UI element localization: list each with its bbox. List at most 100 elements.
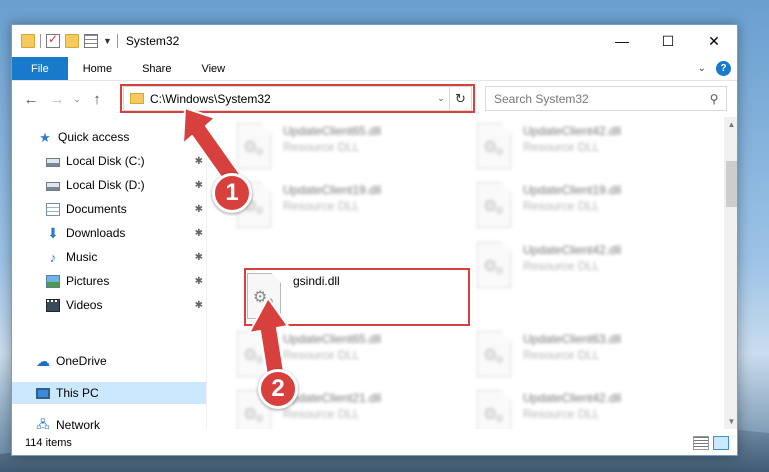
navigation-bar: ← → ⌄ ↑ C:\Windows\System32 ⌄ ↻ Search S…: [12, 81, 737, 117]
pin-icon[interactable]: ✱: [195, 252, 203, 263]
file-name: UpdateClient42.dll: [523, 124, 622, 138]
sidebar-item-label: OneDrive: [56, 354, 107, 368]
sidebar-item-label: Downloads: [66, 226, 126, 240]
sidebar-item-documents[interactable]: Documents ✱: [12, 198, 206, 220]
file-tile-gsindi[interactable]: gsindi.dll: [247, 273, 467, 323]
back-button[interactable]: ←: [18, 91, 44, 108]
search-input[interactable]: Search System32: [494, 92, 702, 106]
pin-icon[interactable]: ✱: [195, 180, 203, 191]
forward-button[interactable]: →: [44, 91, 70, 108]
scroll-down-button[interactable]: ▼: [724, 414, 737, 429]
sidebar-item-videos[interactable]: Videos ✱: [12, 294, 206, 316]
file-explorer-window: ▼ System32 — ☐ ✕ File Home Share View ⌄ …: [11, 24, 738, 456]
star-icon: ★: [39, 129, 51, 145]
help-icon[interactable]: ?: [716, 61, 731, 76]
sidebar-item-music[interactable]: ♪ Music ✱: [12, 246, 206, 268]
window-title: System32: [125, 34, 180, 48]
file-type: Resource DLL: [283, 140, 360, 154]
status-bar: 114 items: [12, 429, 737, 455]
sidebar-item-label: Documents: [66, 202, 127, 216]
expand-ribbon-chevron-icon[interactable]: ⌄: [698, 63, 706, 74]
file-tile[interactable]: UpdateClient63.dll Resource DLL: [477, 331, 697, 381]
properties-icon[interactable]: [84, 34, 98, 48]
scroll-thumb[interactable]: [726, 161, 737, 207]
folder-icon: [21, 34, 35, 48]
large-icons-view-icon[interactable]: [713, 436, 729, 450]
file-name: gsindi.dll: [293, 274, 340, 288]
search-box[interactable]: Search System32 ⚲: [485, 86, 727, 111]
tab-view[interactable]: View: [186, 57, 240, 80]
tab-file[interactable]: File: [12, 57, 68, 80]
tab-share[interactable]: Share: [127, 57, 186, 80]
address-path[interactable]: C:\Windows\System32: [124, 87, 433, 110]
customize-toolbar-chevron-icon[interactable]: ▼: [103, 36, 112, 46]
file-tile[interactable]: UpdateClient42.dll Resource DLL: [477, 390, 697, 429]
minimize-button[interactable]: —: [599, 25, 645, 57]
sidebar-item-pictures[interactable]: Pictures ✱: [12, 270, 206, 292]
address-text[interactable]: C:\Windows\System32: [150, 92, 271, 106]
file-type: Resource DLL: [283, 348, 360, 362]
step-1-badge: 1: [212, 173, 252, 213]
sidebar-item-quick-access[interactable]: ★ Quick access: [12, 126, 206, 148]
music-icon: ♪: [49, 249, 57, 265]
sidebar-item-local-disk-c[interactable]: Local Disk (C:) ✱: [12, 150, 206, 172]
scroll-up-button[interactable]: ▲: [724, 117, 737, 132]
search-icon[interactable]: ⚲: [702, 92, 726, 106]
vertical-scrollbar[interactable]: ▲ ▼: [724, 117, 737, 429]
sidebar-item-label: Music: [66, 250, 98, 264]
dll-file-icon: [237, 331, 271, 377]
documents-icon: [46, 202, 60, 216]
file-tile[interactable]: UpdateClient65.dll Resource DLL: [237, 123, 457, 173]
maximize-button[interactable]: ☐: [645, 25, 691, 57]
file-tile[interactable]: UpdateClient42.dll Resource DLL: [477, 123, 697, 173]
sidebar-item-label: Local Disk (C:): [66, 154, 145, 168]
pin-icon[interactable]: ✱: [195, 276, 203, 287]
dll-file-icon: [477, 390, 511, 429]
sidebar-item-label: This PC: [56, 386, 99, 400]
refresh-icon[interactable]: ↻: [449, 87, 471, 110]
file-tile[interactable]: UpdateClient19.dll Resource DLL: [237, 182, 457, 232]
sidebar-item-label: Pictures: [66, 274, 110, 288]
pin-icon[interactable]: ✱: [195, 156, 203, 167]
tab-home[interactable]: Home: [68, 57, 127, 80]
file-name: UpdateClient42.dll: [523, 243, 622, 257]
address-bar[interactable]: C:\Windows\System32 ⌄ ↻: [123, 86, 472, 111]
sidebar-item-downloads[interactable]: ⬇ Downloads ✱: [12, 222, 206, 244]
window-controls: — ☐ ✕: [599, 25, 737, 57]
file-tile[interactable]: UpdateClient42.dll Resource DLL: [477, 242, 697, 292]
drive-icon: [46, 157, 60, 167]
quick-access-toolbar: ▼: [12, 32, 118, 48]
downloads-icon: ⬇: [47, 224, 59, 241]
properties-check-icon[interactable]: [46, 32, 60, 48]
dll-file-icon: [477, 242, 511, 288]
file-type: Resource DLL: [523, 407, 600, 421]
sidebar-item-this-pc[interactable]: This PC: [12, 382, 206, 404]
item-count: 114 items: [25, 437, 72, 449]
navigation-pane: ★ Quick access Local Disk (C:) ✱ Local D…: [12, 117, 206, 432]
title-bar: ▼ System32 — ☐ ✕: [12, 25, 737, 57]
view-toggles: [693, 436, 729, 450]
sidebar-item-onedrive[interactable]: ☁ OneDrive: [12, 350, 206, 372]
file-tile[interactable]: UpdateClient19.dll Resource DLL: [477, 182, 697, 232]
new-folder-icon[interactable]: [65, 34, 79, 48]
this-pc-icon: [36, 387, 50, 399]
details-view-icon[interactable]: [693, 436, 709, 450]
folder-icon: [130, 93, 144, 104]
file-name: UpdateClient42.dll: [523, 391, 622, 405]
pin-icon[interactable]: ✱: [195, 228, 203, 239]
recent-locations-button[interactable]: ⌄: [70, 94, 84, 105]
close-button[interactable]: ✕: [691, 25, 737, 57]
address-dropdown-icon[interactable]: ⌄: [433, 93, 449, 104]
file-type: Resource DLL: [523, 348, 600, 362]
pin-icon[interactable]: ✱: [195, 204, 203, 215]
dll-file-icon: [247, 273, 281, 319]
toolbar-separator: [116, 34, 118, 48]
sidebar-item-label: Local Disk (D:): [66, 178, 145, 192]
sidebar-item-label: Quick access: [58, 130, 130, 144]
pin-icon[interactable]: ✱: [195, 300, 203, 311]
ribbon-right-controls: ⌄ ?: [698, 61, 731, 76]
dll-file-icon: [477, 182, 511, 228]
file-name: UpdateClient65.dll: [283, 124, 382, 138]
up-button[interactable]: ↑: [84, 91, 110, 108]
sidebar-item-local-disk-d[interactable]: Local Disk (D:) ✱: [12, 174, 206, 196]
